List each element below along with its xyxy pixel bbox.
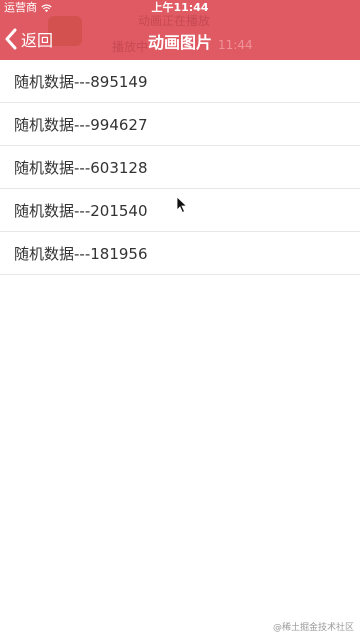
list-item-label: 随机数据---603128	[14, 158, 148, 177]
watermark: @稀土掘金技术社区	[272, 623, 354, 633]
status-clock: 上午11:44	[151, 1, 209, 14]
data-list: 随机数据---895149 随机数据---994627 随机数据---60312…	[0, 60, 360, 275]
navigation-header: 动画正在播放 播放中 11:44 运营商 上午11:44 返回 动画图片	[0, 0, 360, 60]
list-item-label: 随机数据---994627	[14, 115, 148, 134]
status-bar: 运营商 上午11:44	[0, 0, 360, 16]
list-item-label: 随机数据---181956	[14, 244, 148, 263]
list-item[interactable]: 随机数据---603128	[0, 146, 360, 189]
mouse-cursor-icon	[176, 196, 188, 214]
page-title: 动画图片	[147, 33, 212, 52]
list-item[interactable]: 随机数据---181956	[0, 232, 360, 275]
list-item-label: 随机数据---895149	[14, 72, 148, 91]
list-item[interactable]: 随机数据---994627	[0, 103, 360, 146]
nav-bar: 返回 动画图片	[0, 20, 360, 58]
list-item[interactable]: 随机数据---895149	[0, 60, 360, 103]
list-item-label: 随机数据---201540	[14, 201, 148, 220]
